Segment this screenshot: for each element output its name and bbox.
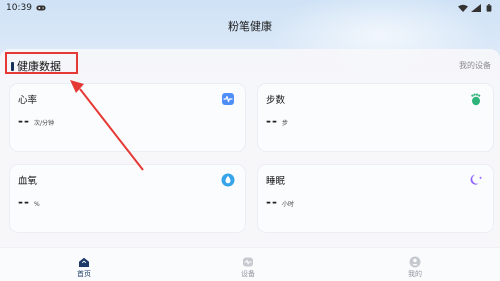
heart-rate-card[interactable]: 心率 -- 次/分钟 [10,84,245,151]
blood-oxygen-unit: % [33,201,40,208]
section-marker [11,61,14,71]
sleep-value: -- [266,195,278,209]
wifi-icon [458,4,468,12]
home-icon [79,257,89,267]
nav-home-label: 首页 [77,270,91,278]
status-time: 10:39 [6,3,32,13]
gamepad-icon [36,5,46,11]
steps-label: 步数 [266,95,286,106]
bottom-navigation: 首页 设备 我的 [0,247,500,281]
battery-icon [486,4,492,12]
steps-card[interactable]: 步数 -- 步 [258,84,493,151]
blood-oxygen-value-group: -- % [18,195,40,209]
heart-rate-icon [221,92,235,106]
droplet-icon [221,173,235,187]
sleep-value-group: -- 小时 [266,195,294,209]
moon-icon [469,173,483,187]
heart-rate-value-group: -- 次/分钟 [18,114,54,128]
nav-device[interactable]: 设备 [218,256,278,279]
nav-home[interactable]: 首页 [54,256,114,279]
status-left: 10:39 [6,3,46,13]
device-icon [243,257,253,267]
status-right [458,4,494,12]
section-title: 健康数据 [17,60,61,73]
sleep-card[interactable]: 睡眠 -- 小时 [258,165,493,232]
sleep-unit: 小时 [281,201,294,208]
heart-rate-value: -- [18,114,30,128]
blood-oxygen-card[interactable]: 血氧 -- % [10,165,245,232]
profile-icon [409,256,421,268]
nav-profile[interactable]: 我的 [385,256,445,279]
blood-oxygen-label: 血氧 [18,176,38,187]
nav-device-label: 设备 [241,270,255,278]
steps-value-group: -- 步 [266,114,288,128]
app-title: 粉笔健康 [228,20,272,33]
heart-rate-label: 心率 [18,95,38,106]
nav-profile-label: 我的 [408,270,422,278]
my-devices-link[interactable]: 我的设备 [459,60,491,71]
sleep-label: 睡眠 [266,176,286,187]
heart-rate-unit: 次/分钟 [33,120,54,127]
section-header: 健康数据 [6,55,66,77]
steps-value: -- [266,114,278,128]
status-bar: 10:39 [0,0,500,16]
signal-icon [471,4,481,12]
blood-oxygen-value: -- [18,195,30,209]
footprint-icon [469,92,483,106]
steps-unit: 步 [281,120,288,127]
